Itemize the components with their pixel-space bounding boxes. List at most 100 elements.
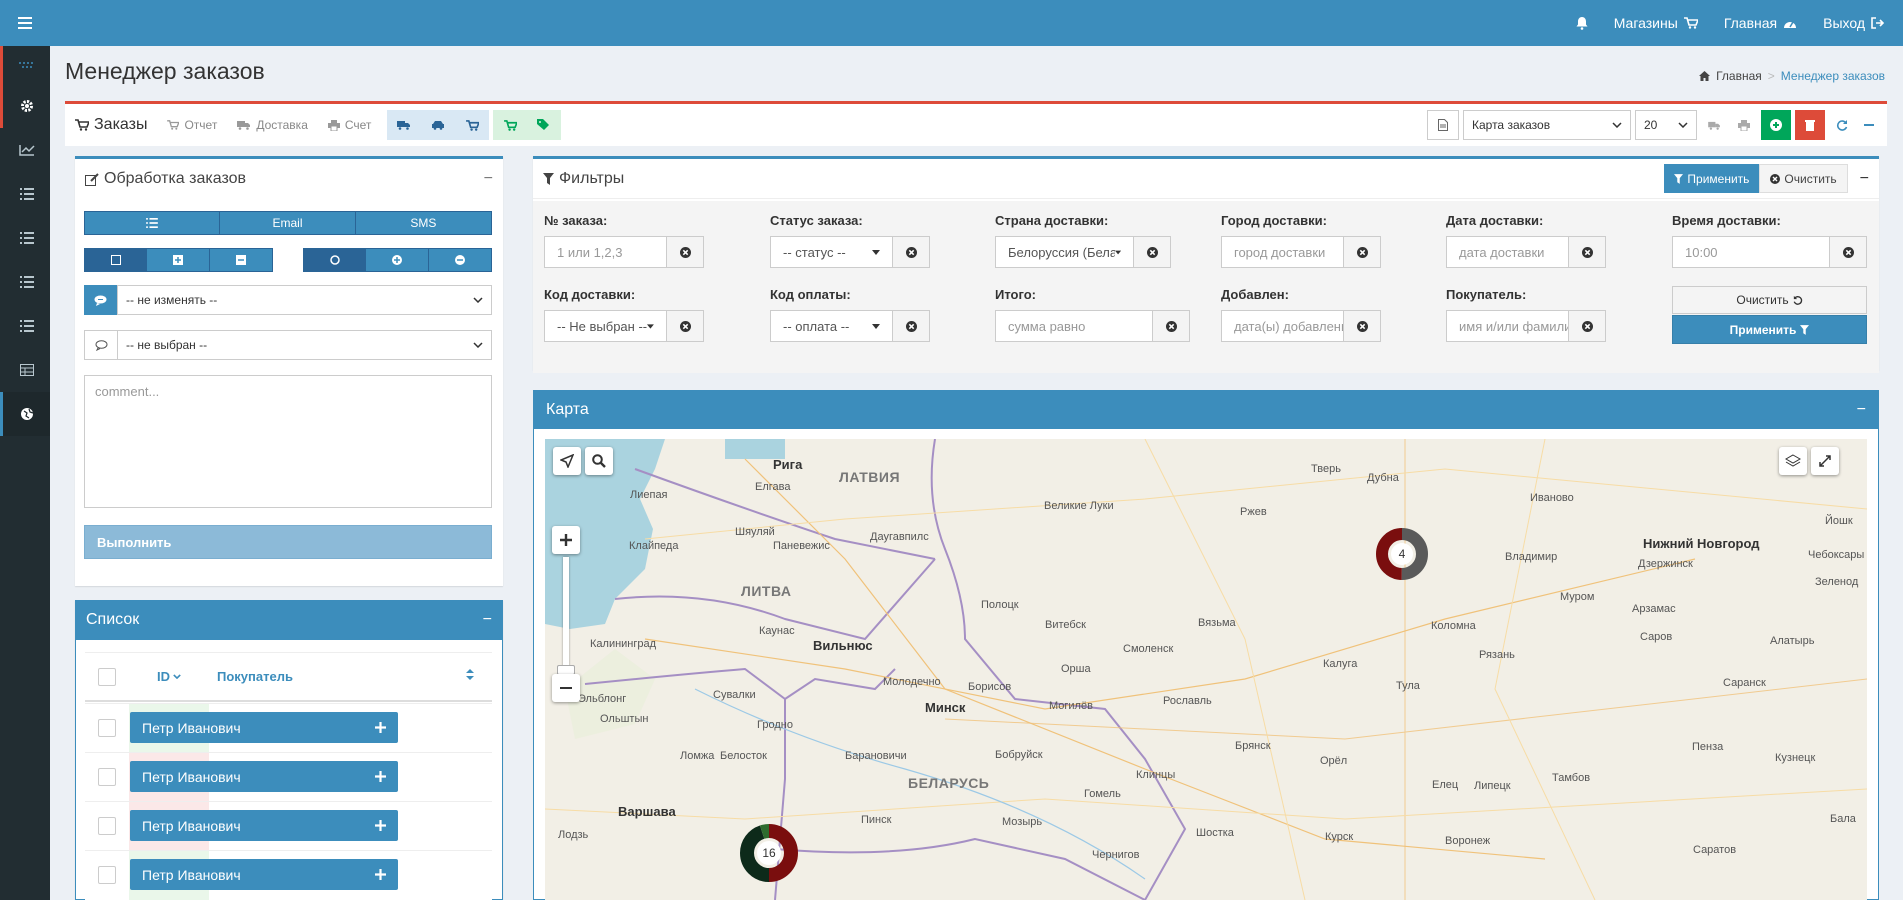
payment-code-select[interactable]: -- оплата -- (770, 310, 893, 342)
filters-apply-button-2[interactable]: Применить (1672, 315, 1867, 344)
tab-list[interactable] (85, 212, 221, 234)
collapse-icon[interactable]: − (483, 611, 492, 629)
checkbox[interactable] (98, 719, 116, 737)
green-cart-button[interactable] (493, 110, 527, 140)
buyer-button[interactable]: Петр Иванович (130, 761, 398, 792)
clear-payment-code-button[interactable] (893, 310, 930, 342)
sidebar-item-logo[interactable] (0, 46, 50, 84)
clear-added-button[interactable] (1344, 310, 1381, 342)
radio-add-button[interactable] (366, 249, 429, 271)
collapse-button[interactable] (1859, 110, 1879, 140)
tab-sms[interactable]: SMS (355, 212, 491, 234)
breadcrumb-current[interactable]: Менеджер заказов (1781, 69, 1885, 83)
notifications-button[interactable] (1576, 16, 1588, 30)
delivery-code-select[interactable]: -- Не выбран -- (544, 310, 667, 342)
buyer-button[interactable]: Петр Иванович (130, 810, 398, 841)
cart-button[interactable] (455, 110, 489, 140)
tags-button[interactable] (527, 110, 561, 140)
sidebar-item-settings[interactable] (0, 84, 50, 128)
select-add-button[interactable] (147, 249, 210, 271)
map-cluster-marker[interactable]: 16 (739, 823, 799, 883)
map-search-button[interactable] (585, 447, 613, 475)
checkbox[interactable] (98, 866, 116, 884)
select-all-checkbox[interactable] (85, 667, 129, 686)
order-no-input[interactable]: 1 или 1,2,3 (544, 236, 667, 268)
comment-textarea[interactable]: comment... (84, 375, 492, 508)
sidebar-item-list-3[interactable] (0, 260, 50, 304)
map-label: Шяуляй (735, 526, 775, 538)
filters-clear-button-2[interactable]: Очистить (1672, 286, 1867, 314)
layers-button[interactable] (1779, 447, 1807, 475)
city-input[interactable]: город доставки (1221, 236, 1344, 268)
clear-buyer-button[interactable] (1569, 310, 1606, 342)
add-order-button[interactable] (1761, 110, 1791, 140)
delete-button[interactable] (1795, 110, 1825, 140)
sidebar-item-map[interactable] (0, 392, 50, 436)
sidebar-item-list-1[interactable] (0, 172, 50, 216)
zoom-in-button[interactable] (552, 526, 580, 554)
sidebar-item-table[interactable] (0, 348, 50, 392)
zoom-slider-track[interactable] (563, 557, 569, 667)
total-input[interactable]: сумма равно (995, 310, 1153, 342)
select-none-button[interactable] (85, 249, 148, 271)
buyer-button[interactable]: Петр Иванович (130, 712, 398, 743)
map-cluster-marker[interactable]: 4 (1375, 527, 1429, 581)
collapse-icon[interactable]: − (484, 170, 493, 188)
country-select[interactable]: Белоруссия (Беларусь) (995, 236, 1134, 268)
document-button[interactable] (1427, 110, 1459, 140)
locate-button[interactable] (553, 447, 581, 475)
template-select[interactable]: -- не выбран -- (117, 330, 492, 360)
logout-link[interactable]: Выход (1823, 15, 1885, 31)
clear-country-button[interactable] (1134, 236, 1171, 268)
invoice-link[interactable]: Счет (318, 118, 382, 132)
stores-link[interactable]: Магазины (1614, 15, 1698, 31)
buyer-button[interactable]: Петр Иванович (130, 859, 398, 890)
status-select[interactable]: -- статус -- (770, 236, 893, 268)
column-buyer[interactable]: Покупатель (209, 669, 492, 684)
collapse-icon[interactable]: − (1857, 401, 1866, 419)
filters-clear-button[interactable]: Очистить (1759, 164, 1848, 193)
truck-print-button[interactable] (1701, 110, 1727, 140)
fullscreen-button[interactable] (1811, 447, 1839, 475)
date-input[interactable]: дата доставки (1446, 236, 1569, 268)
cart-icon (466, 119, 479, 131)
status-change-select[interactable]: -- не изменять -- (117, 285, 492, 315)
sidebar-toggle-button[interactable] (0, 0, 50, 46)
time-input[interactable]: 10:00 (1672, 236, 1830, 268)
refresh-button[interactable] (1829, 110, 1855, 140)
print-button[interactable] (1731, 110, 1757, 140)
map-canvas[interactable]: Рига ЛАТВИЯ Лиепая Елгава Шяуляй Паневеж… (545, 439, 1867, 900)
added-input[interactable]: дата(ы) добавления = (1221, 310, 1344, 342)
clear-delivery-code-button[interactable] (667, 310, 704, 342)
view-select[interactable]: Карта заказов (1463, 110, 1631, 140)
radio-remove-button[interactable] (428, 249, 492, 271)
page-size-select[interactable]: 20 (1635, 110, 1697, 140)
zoom-out-button[interactable] (552, 674, 580, 702)
sidebar-item-list-2[interactable] (0, 216, 50, 260)
column-id[interactable]: ID (129, 669, 209, 684)
checkbox[interactable] (98, 667, 116, 686)
report-link[interactable]: Отчет (157, 118, 227, 132)
sidebar-item-stats[interactable] (0, 128, 50, 172)
filters-apply-button[interactable]: Применить (1664, 164, 1760, 193)
clear-city-button[interactable] (1344, 236, 1381, 268)
breadcrumb-home[interactable]: Главная (1716, 69, 1762, 83)
clear-date-button[interactable] (1569, 236, 1606, 268)
collapse-icon[interactable]: − (1860, 170, 1869, 188)
car-button[interactable] (421, 110, 455, 140)
buyer-input[interactable]: имя и/или фамилия (1446, 310, 1569, 342)
clear-total-button[interactable] (1153, 310, 1190, 342)
select-remove-button[interactable] (209, 249, 273, 271)
truck-button[interactable] (387, 110, 421, 140)
radio-none-button[interactable] (304, 249, 367, 271)
home-link[interactable]: Главная (1724, 15, 1797, 31)
sidebar-item-list-4[interactable] (0, 304, 50, 348)
clear-time-button[interactable] (1830, 236, 1867, 268)
execute-button[interactable]: Выполнить (84, 525, 492, 559)
clear-status-button[interactable] (893, 236, 930, 268)
tab-email[interactable]: Email (220, 212, 356, 234)
checkbox[interactable] (98, 768, 116, 786)
delivery-link[interactable]: Доставка (227, 118, 318, 132)
checkbox[interactable] (98, 817, 116, 835)
clear-order-no-button[interactable] (667, 236, 704, 268)
